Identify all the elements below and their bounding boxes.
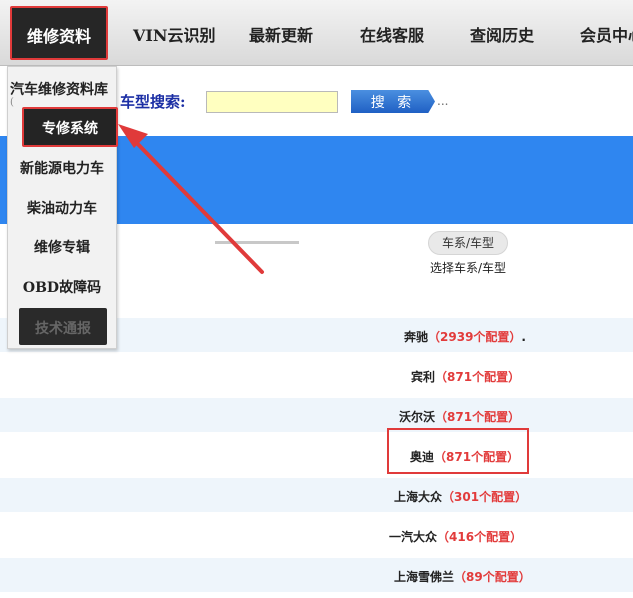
brand-config-count: （871个配置） — [435, 370, 521, 384]
nav-item-repair-data[interactable]: 维修资料 — [10, 6, 108, 60]
brand-row-text: 上海大众（301个配置） — [394, 488, 527, 505]
brand-name[interactable]: 上海雪佛兰 — [394, 570, 454, 584]
dropdown-item-repair-album[interactable]: 维修专辑 — [8, 237, 116, 257]
dropdown-item-label: 技术通报 — [35, 321, 91, 337]
brand-config-count: （89个配置） — [454, 570, 531, 584]
filter-slider-track[interactable] — [215, 241, 299, 244]
nav-item-online-service[interactable]: 在线客服 — [360, 22, 424, 46]
nav-item-member-center[interactable]: 会员中心 — [580, 22, 633, 46]
dropdown-item-obd-codes[interactable]: OBD故障码 — [8, 277, 116, 297]
dropdown-sub-marker: ( — [10, 97, 14, 108]
brand-row-text: 沃尔沃（871个配置） — [399, 408, 520, 425]
brand-config-count: （2939个配置） — [428, 330, 522, 344]
dropdown-item-new-energy[interactable]: 新能源电力车 — [8, 158, 116, 178]
nav-item-latest-updates[interactable]: 最新更新 — [249, 22, 313, 46]
series-model-caption: 选择车系/车型 — [430, 261, 507, 275]
brand-name[interactable]: 一汽大众 — [389, 530, 437, 544]
series-model-tab[interactable]: 车系/车型 — [428, 231, 508, 255]
brand-name[interactable]: 宾利 — [411, 370, 435, 384]
brand-row-text: 宾利（871个配置） — [411, 368, 520, 385]
search-label: 车型搜索: — [120, 93, 186, 111]
brand-name[interactable]: 奔驰 — [404, 330, 428, 344]
vehicle-search-input[interactable] — [206, 91, 338, 113]
nav-item-label: 维修资料 — [26, 27, 91, 46]
nav-item-vin-recognition[interactable]: VIN云识别 — [133, 22, 216, 46]
dropdown-heading[interactable]: 汽车维修资料库 — [10, 79, 108, 99]
highlight-box-audi — [387, 428, 529, 474]
dropdown-item-tech-bulletin[interactable]: 技术通报 — [19, 308, 107, 345]
dropdown-item-label: 专修系统 — [42, 121, 98, 137]
brand-config-count: （416个配置） — [437, 530, 523, 544]
brand-config-count: （871个配置） — [435, 410, 521, 424]
brand-suffix: . — [521, 330, 526, 344]
dropdown-item-special-repair[interactable]: 专修系统 — [22, 107, 118, 147]
brand-row-text: 上海雪佛兰（89个配置） — [394, 568, 531, 585]
brand-row[interactable]: 奥迪（871个配置） — [0, 438, 633, 472]
nav-item-history[interactable]: 查阅历史 — [470, 22, 534, 46]
brand-row[interactable]: 上海雪佛兰（89个配置） — [0, 558, 633, 592]
brand-name[interactable]: 上海大众 — [394, 490, 442, 504]
brand-row[interactable]: 一汽大众（416个配置） — [0, 518, 633, 552]
dropdown-item-diesel[interactable]: 柴油动力车 — [8, 198, 116, 218]
brand-row-text: 奔驰（2939个配置）. — [404, 328, 526, 345]
brand-row-text: 一汽大众（416个配置） — [389, 528, 522, 545]
repair-data-dropdown: 汽车维修资料库 ( 专修系统 新能源电力车 柴油动力车 维修专辑 OBD故障码 … — [7, 66, 118, 349]
top-navigation: 维修资料 VIN云识别 最新更新 在线客服 查阅历史 会员中心 — [0, 0, 633, 66]
search-button[interactable]: 搜 索 — [351, 90, 435, 113]
brand-name[interactable]: 沃尔沃 — [399, 410, 435, 424]
search-ellipsis: ... — [437, 94, 449, 108]
brand-row[interactable]: 上海大众（301个配置） — [0, 478, 633, 512]
brand-row[interactable]: 宾利（871个配置） — [0, 358, 633, 392]
brand-config-count: （301个配置） — [442, 490, 528, 504]
brand-row[interactable]: 沃尔沃（871个配置） — [0, 398, 633, 432]
